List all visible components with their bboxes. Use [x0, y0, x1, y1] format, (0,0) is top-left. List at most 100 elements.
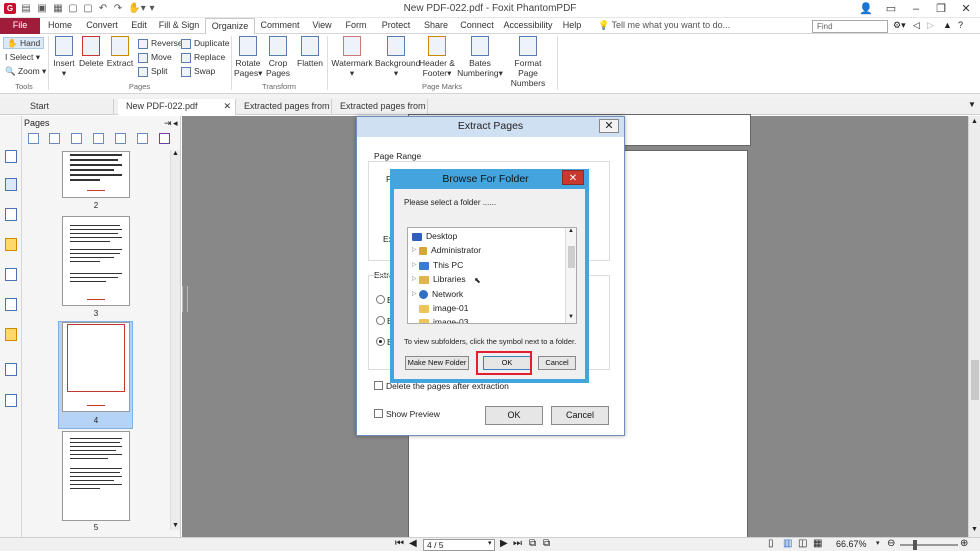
tab-home[interactable]: Home	[44, 18, 76, 34]
prev-page-icon[interactable]: ◀	[409, 538, 417, 549]
thumb-options-icon[interactable]	[159, 133, 170, 144]
extract-radio-2[interactable]	[376, 316, 385, 325]
doc-tab-current[interactable]: New PDF-022.pdf ✕	[118, 99, 236, 115]
tab-connect[interactable]: Connect	[457, 18, 497, 34]
tab-accessibility[interactable]: Accessibility	[503, 18, 553, 34]
duplicate-button[interactable]: Duplicate	[181, 38, 229, 49]
prev-result-icon[interactable]: ◁	[913, 20, 920, 31]
single-page-icon[interactable]: ▯	[768, 538, 774, 549]
expand-icon[interactable]: ▷	[412, 273, 419, 286]
panel-resize-handle[interactable]	[182, 286, 188, 312]
tab-fill-sign[interactable]: Fill & Sign	[157, 18, 201, 34]
next-page-icon[interactable]: ▶	[500, 538, 508, 549]
expand-icon[interactable]: ▷	[412, 244, 419, 257]
zoom-in-icon[interactable]: ⊕	[960, 538, 968, 549]
scroll-up-icon[interactable]: ▲	[568, 228, 574, 234]
doc-tab-start[interactable]: Start	[22, 99, 114, 115]
attachments-icon[interactable]	[5, 268, 17, 281]
zoom-level[interactable]: 66.67%	[836, 539, 867, 549]
scroll-up-icon[interactable]: ▲	[971, 118, 978, 125]
continuous-facing-icon[interactable]: ▦	[813, 538, 822, 549]
crop-pages-button[interactable]: Crop Pages	[265, 36, 291, 78]
extract-radio-3[interactable]	[376, 337, 385, 346]
tab-form[interactable]: Form	[341, 18, 371, 34]
tree-item-administrator[interactable]: ▷ Administrator	[412, 244, 481, 257]
folder-tree[interactable]: Desktop ▷ Administrator ▷ This PC ▷ Librari…	[407, 227, 577, 324]
extract-button[interactable]: Extract	[106, 36, 134, 68]
tab-comment[interactable]: Comment	[259, 18, 301, 34]
tab-edit[interactable]: Edit	[127, 18, 151, 34]
watermark-button[interactable]: Watermark ▾	[331, 36, 373, 78]
doc-tab-extracted-2[interactable]: Extracted pages from ...	[332, 99, 428, 126]
tree-item-image-03[interactable]: image-03	[419, 316, 468, 323]
next-result-icon[interactable]: ▷	[927, 20, 934, 31]
scroll-thumb[interactable]	[568, 246, 575, 268]
expand-icon[interactable]: ▷	[412, 288, 419, 301]
previous-view-icon[interactable]: ⧉	[529, 538, 536, 549]
close-tab-icon[interactable]: ✕	[223, 99, 231, 114]
minimize-icon[interactable]: –	[905, 2, 927, 16]
tab-organize[interactable]: Organize	[205, 18, 255, 35]
ribbon-toggle-icon[interactable]: ▭	[880, 2, 902, 16]
layers-icon[interactable]	[5, 208, 17, 221]
thumb-rotate-icon[interactable]	[115, 133, 126, 144]
replace-button[interactable]: Replace	[181, 52, 225, 63]
facing-icon[interactable]: ◫	[798, 538, 807, 549]
find-input[interactable]: Find	[812, 20, 888, 33]
insert-button[interactable]: Insert ▾	[52, 36, 76, 78]
show-preview-checkbox[interactable]	[374, 409, 383, 418]
format-page-numbers-button[interactable]: Format Page Numbers	[504, 36, 552, 88]
continuous-icon[interactable]: ▥	[783, 538, 792, 549]
extract-ok-button[interactable]: OK	[485, 406, 543, 425]
tags-icon[interactable]	[5, 394, 17, 407]
tab-convert[interactable]: Convert	[82, 18, 122, 34]
tell-me-box[interactable]: 💡 Tell me what you want to do...	[598, 18, 730, 34]
tree-scrollbar[interactable]: ▲ ▼	[565, 228, 576, 323]
user-icon[interactable]: 👤	[855, 2, 877, 16]
tree-item-libraries[interactable]: ▷ Libraries	[412, 273, 466, 286]
expand-icon[interactable]: ▷	[412, 259, 419, 272]
bookmarks-icon[interactable]	[5, 150, 17, 163]
page-number-field[interactable]: 4 / 5	[423, 539, 495, 551]
thumb-delete-icon[interactable]	[71, 133, 82, 144]
close-icon[interactable]: ✕	[562, 170, 584, 185]
make-new-folder-button[interactable]: Make New Folder	[405, 356, 469, 370]
close-icon[interactable]: ✕	[955, 2, 977, 16]
scroll-down-icon[interactable]: ▼	[971, 526, 978, 533]
page-thumbnail-3[interactable]	[62, 216, 130, 306]
header-footer-button[interactable]: Header & Footer▾	[419, 36, 455, 78]
move-button[interactable]: Move	[138, 52, 172, 63]
split-button[interactable]: Split	[138, 66, 168, 77]
tab-help[interactable]: Help	[559, 18, 585, 34]
doc-tab-extracted-1[interactable]: Extracted pages from ...	[236, 99, 332, 126]
pages-icon[interactable]	[5, 178, 17, 191]
notification-icon[interactable]: ▲	[943, 20, 952, 30]
signatures-icon[interactable]	[5, 298, 17, 311]
last-page-icon[interactable]: ⏭	[513, 538, 522, 549]
collapse-panel-icon[interactable]: ◂	[173, 116, 178, 130]
help-icon[interactable]: ?	[958, 20, 963, 30]
security-lock-icon[interactable]	[5, 328, 17, 341]
tree-item-desktop[interactable]: Desktop	[412, 230, 457, 243]
scroll-up-icon[interactable]: ▲	[172, 150, 179, 157]
zoom-tool[interactable]: 🔍 Zoom ▾	[5, 66, 46, 76]
scroll-down-icon[interactable]: ▼	[568, 314, 574, 320]
tree-item-network[interactable]: ▷ Network	[412, 288, 463, 301]
extract-radio-1[interactable]	[376, 295, 385, 304]
close-icon[interactable]: ✕	[599, 119, 619, 133]
tree-item-image-01[interactable]: image-01	[419, 302, 468, 315]
select-tool[interactable]: I Select ▾	[5, 52, 40, 62]
zoom-dropdown-icon[interactable]: ▾	[876, 539, 880, 547]
scroll-down-icon[interactable]: ▼	[172, 522, 179, 529]
page-thumbnail-4[interactable]	[62, 322, 130, 412]
bates-numbering-button[interactable]: Bates Numbering▾	[457, 36, 503, 78]
thumb-insert-icon[interactable]	[49, 133, 60, 144]
zoom-slider[interactable]	[900, 544, 958, 546]
vertical-scrollbar[interactable]: ▲ ▼	[968, 116, 980, 537]
tab-view[interactable]: View	[308, 18, 336, 34]
flatten-button[interactable]: Flatten	[296, 36, 324, 68]
tab-list-icon[interactable]: ▼	[968, 100, 976, 109]
background-button[interactable]: Background ▾	[375, 36, 420, 78]
browse-cancel-button[interactable]: Cancel	[538, 356, 576, 370]
rotate-pages-button[interactable]: Rotate Pages▾	[234, 36, 262, 78]
